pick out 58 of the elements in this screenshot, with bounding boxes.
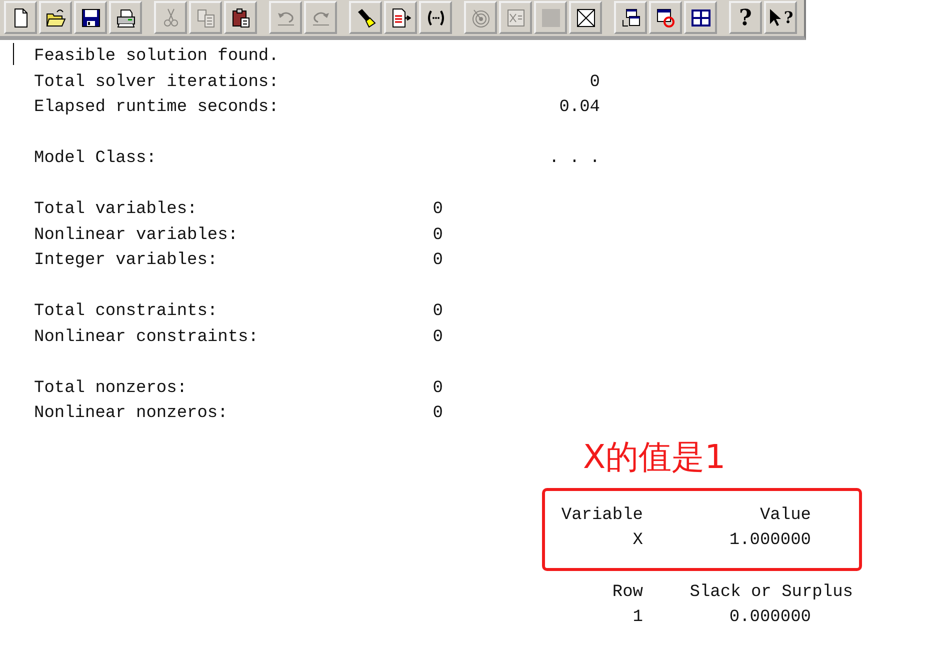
toolbar-button[interactable] [614, 1, 647, 34]
column-header: Slack or Surplus [688, 582, 853, 604]
column-header: Value [758, 504, 811, 526]
report-value: 0 [432, 378, 443, 400]
report-label: Nonlinear variables: [34, 224, 238, 246]
toolbar-button[interactable] [224, 1, 257, 34]
page-arrow-icon [390, 8, 410, 28]
flashlight-icon [356, 8, 376, 28]
copy-icon [196, 8, 216, 28]
toolbar-button[interactable] [4, 1, 37, 34]
toolbar-button[interactable] [39, 1, 72, 34]
toolbar-button[interactable] [419, 1, 452, 34]
report-value: 0 [432, 326, 443, 348]
report-label: Total nonzeros: [34, 378, 188, 400]
report-label: Nonlinear constraints: [34, 326, 258, 348]
report-label: Nonlinear nonzeros: [34, 403, 228, 425]
report-label: Integer variables: [34, 250, 218, 272]
report-label: Model Class: [34, 148, 156, 170]
window-stop-icon [656, 8, 676, 28]
table-cell-text: 1 [632, 607, 643, 629]
toolbar-button[interactable] [384, 1, 417, 34]
report-label: Total constraints: [34, 301, 218, 323]
windows-icon [620, 8, 640, 28]
report-value: 0 [432, 250, 443, 272]
report-value: 0.04 [559, 97, 600, 119]
clipboard-icon [230, 8, 250, 28]
report-value: 0 [590, 72, 600, 94]
report-value: . . . [548, 148, 600, 170]
boxed-x-icon [576, 8, 596, 28]
column-header: Row [611, 582, 643, 604]
report-label: Feasible solution found. [34, 46, 279, 68]
toolbar-button[interactable] [684, 1, 717, 34]
toolbar-button[interactable] [569, 1, 602, 34]
report-label: Total solver iterations: [34, 72, 279, 94]
report-value: 0 [432, 199, 443, 221]
target-icon [470, 8, 490, 28]
annotation-text: X的值是1 [583, 436, 727, 476]
toolbar-button[interactable]: ? [729, 1, 762, 34]
grid-icon [690, 8, 710, 28]
toolbar-button[interactable] [74, 1, 107, 34]
report-label: Elapsed runtime seconds: [34, 97, 279, 119]
square-icon [540, 8, 560, 28]
report-label: Total variables: [34, 199, 198, 221]
page-x-icon [506, 8, 526, 28]
toolbar-button[interactable] [649, 1, 682, 34]
parentheses-icon [426, 8, 446, 28]
table-cell-text: X [632, 530, 643, 552]
column-header: Variable [560, 504, 643, 526]
table-cell-text: 0.000000 [729, 607, 811, 629]
printer-icon [116, 8, 136, 28]
toolbar-button[interactable]: ? [764, 1, 797, 34]
folder-icon [46, 8, 66, 28]
table-cell-text: 1.000000 [728, 530, 811, 552]
report-value: 0 [432, 301, 443, 323]
report-value: 0 [432, 224, 443, 246]
toolbar-button[interactable] [349, 1, 382, 34]
report-value: 0 [432, 403, 443, 425]
toolbar-button[interactable] [109, 1, 142, 34]
